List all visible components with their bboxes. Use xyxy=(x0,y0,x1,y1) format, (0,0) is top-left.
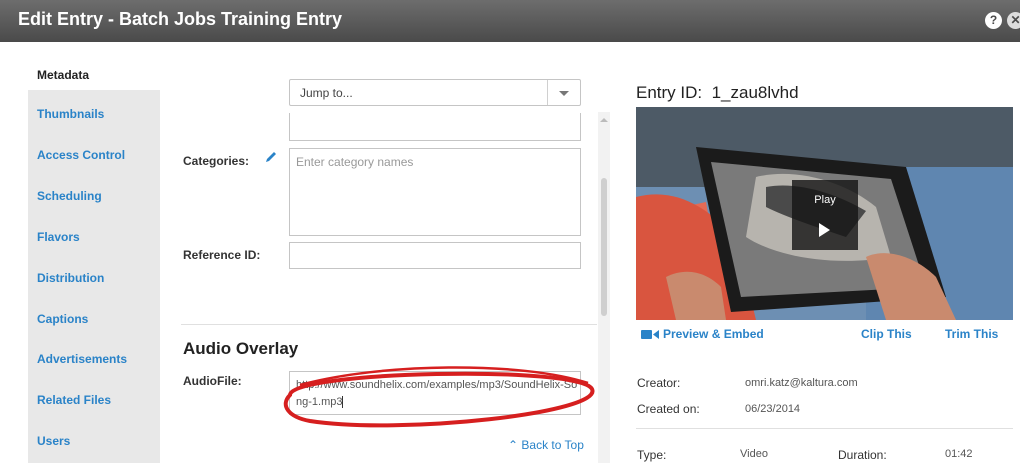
preview-embed-link[interactable]: Preview & Embed xyxy=(663,327,764,341)
sidebar-item-thumbnails[interactable]: Thumbnails xyxy=(28,99,160,129)
duration-label: Duration: xyxy=(838,448,887,462)
categories-placeholder: Enter category names xyxy=(296,155,414,169)
type-label: Type: xyxy=(637,448,667,462)
section-divider xyxy=(181,324,597,325)
chevron-up-icon: ⌃ xyxy=(508,438,522,452)
sidebar: Metadata Thumbnails Access Control Sched… xyxy=(28,60,160,463)
info-divider xyxy=(636,428,1013,429)
duration-value: 01:42 xyxy=(945,448,973,460)
clip-this-link[interactable]: Clip This xyxy=(861,327,912,341)
previous-field[interactable] xyxy=(289,113,581,141)
dropdown-separator xyxy=(547,80,548,105)
scrollbar-thumb[interactable] xyxy=(601,178,607,316)
back-to-top-link[interactable]: ⌃ Back to Top xyxy=(508,438,584,452)
pencil-icon[interactable] xyxy=(264,150,278,164)
sidebar-item-captions[interactable]: Captions xyxy=(28,304,160,334)
play-button[interactable]: Play xyxy=(792,180,858,250)
sidebar-item-flavors[interactable]: Flavors xyxy=(28,222,160,252)
sidebar-item-scheduling[interactable]: Scheduling xyxy=(28,181,160,211)
play-label: Play xyxy=(814,194,836,206)
play-icon xyxy=(819,223,830,237)
sidebar-item-advertisements[interactable]: Advertisements xyxy=(28,344,160,374)
entry-id: Entry ID: 1_zau8lvhd xyxy=(636,83,799,103)
trim-this-link[interactable]: Trim This xyxy=(945,327,998,341)
annotation-ellipse xyxy=(283,366,595,428)
chevron-down-icon[interactable] xyxy=(559,91,569,96)
jump-to-label: Jump to... xyxy=(300,86,353,100)
creator-label: Creator: xyxy=(637,376,681,390)
jump-to-select[interactable]: Jump to... xyxy=(289,79,581,106)
sidebar-item-users[interactable]: Users xyxy=(28,426,160,456)
window-title: Edit Entry - Batch Jobs Training Entry xyxy=(18,9,343,29)
chevron-up-icon[interactable] xyxy=(600,118,608,122)
back-to-top-label: Back to Top xyxy=(521,438,584,452)
audiofile-label: AudioFile: xyxy=(183,374,242,388)
video-camera-icon xyxy=(641,330,659,339)
sidebar-item-access-control[interactable]: Access Control xyxy=(28,140,160,170)
sidebar-item-distribution[interactable]: Distribution xyxy=(28,263,160,293)
help-icon[interactable]: ? xyxy=(985,12,1002,29)
categories-input[interactable]: Enter category names xyxy=(289,148,581,236)
creator-value: omri.katz@kaltura.com xyxy=(745,377,858,389)
entry-id-value: 1_zau8lvhd xyxy=(711,83,799,102)
sidebar-item-metadata[interactable]: Metadata xyxy=(28,60,160,90)
entry-id-label: Entry ID: xyxy=(636,83,703,102)
reference-id-input[interactable] xyxy=(289,242,581,269)
created-on-label: Created on: xyxy=(637,402,700,416)
categories-label: Categories: xyxy=(183,154,250,168)
created-on-value: 06/23/2014 xyxy=(745,403,801,415)
reference-id-label: Reference ID: xyxy=(183,248,261,262)
title-bar: Edit Entry - Batch Jobs Training Entry ?… xyxy=(0,0,1020,42)
sidebar-item-related-files[interactable]: Related Files xyxy=(28,385,160,415)
close-icon[interactable]: ✕ xyxy=(1007,12,1020,29)
type-value: Video xyxy=(740,448,768,460)
